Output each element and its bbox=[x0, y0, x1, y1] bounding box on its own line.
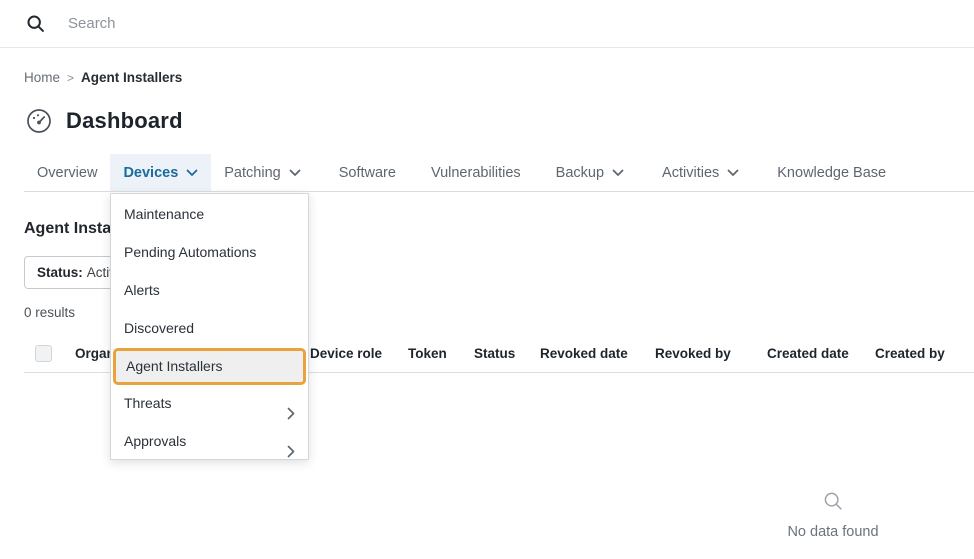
chevron-right-icon bbox=[287, 435, 295, 472]
column-revoked-by[interactable]: Revoked by bbox=[655, 346, 731, 361]
tab-knowledge-base[interactable]: Knowledge Base bbox=[764, 154, 899, 191]
menu-item-label: Pending Automations bbox=[124, 244, 256, 260]
search-icon[interactable] bbox=[25, 13, 46, 34]
menu-item-label: Agent Installers bbox=[126, 358, 223, 374]
chevron-down-icon bbox=[727, 169, 739, 177]
tab-label: Software bbox=[339, 165, 396, 181]
tab-software[interactable]: Software bbox=[326, 154, 409, 191]
menu-item-label: Approvals bbox=[124, 433, 186, 449]
tab-backup[interactable]: Backup bbox=[543, 154, 637, 191]
tab-vulnerabilities[interactable]: Vulnerabilities bbox=[418, 154, 534, 191]
menu-item-discovered[interactable]: Discovered bbox=[111, 310, 308, 348]
tab-overview[interactable]: Overview bbox=[24, 154, 110, 191]
app-screen: Search Home > Agent Installers Dashboard… bbox=[0, 0, 974, 559]
menu-item-label: Alerts bbox=[124, 282, 160, 298]
tab-label: Devices bbox=[123, 165, 178, 181]
breadcrumb-home-link[interactable]: Home bbox=[24, 70, 60, 85]
tab-label: Patching bbox=[224, 165, 280, 181]
tab-label: Vulnerabilities bbox=[431, 165, 521, 181]
tab-label: Backup bbox=[556, 165, 604, 181]
menu-item-alerts[interactable]: Alerts bbox=[111, 272, 308, 310]
tab-patching[interactable]: Patching bbox=[211, 154, 313, 191]
menu-item-threats[interactable]: Threats bbox=[111, 385, 308, 423]
column-created-date[interactable]: Created date bbox=[767, 346, 849, 361]
tabs-divider bbox=[24, 191, 974, 192]
top-search-bar: Search bbox=[0, 0, 974, 48]
tab-label: Overview bbox=[37, 165, 97, 181]
chevron-down-icon bbox=[186, 169, 198, 177]
select-all-checkbox[interactable] bbox=[35, 345, 52, 362]
dashboard-gauge-icon bbox=[26, 108, 52, 134]
empty-state-message: No data found bbox=[787, 524, 878, 540]
page-title: Dashboard bbox=[66, 108, 183, 134]
tab-label: Knowledge Base bbox=[777, 165, 886, 181]
menu-item-agent-installers[interactable]: Agent Installers bbox=[113, 348, 306, 385]
column-created-by[interactable]: Created by bbox=[875, 346, 945, 361]
column-token[interactable]: Token bbox=[408, 346, 447, 361]
menu-item-label: Discovered bbox=[124, 320, 194, 336]
breadcrumb-current: Agent Installers bbox=[81, 70, 182, 85]
chevron-down-icon bbox=[612, 169, 624, 177]
devices-dropdown-menu: Maintenance Pending Automations Alerts D… bbox=[110, 193, 309, 460]
column-device-role[interactable]: Device role bbox=[310, 346, 382, 361]
menu-item-approvals[interactable]: Approvals bbox=[111, 423, 308, 461]
filter-label: Status: bbox=[37, 265, 83, 280]
tab-devices[interactable]: Devices bbox=[110, 154, 211, 191]
breadcrumb-separator: > bbox=[67, 71, 74, 85]
tab-label: Activities bbox=[662, 165, 719, 181]
menu-item-label: Threats bbox=[124, 395, 171, 411]
empty-state: No data found bbox=[743, 490, 923, 540]
chevron-down-icon bbox=[289, 169, 301, 177]
page-title-row: Dashboard bbox=[26, 108, 183, 134]
search-input[interactable]: Search bbox=[68, 15, 116, 32]
column-revoked-date[interactable]: Revoked date bbox=[540, 346, 628, 361]
menu-item-label: Maintenance bbox=[124, 206, 204, 222]
results-count: 0 results bbox=[24, 305, 75, 320]
menu-item-maintenance[interactable]: Maintenance bbox=[111, 196, 308, 234]
menu-item-pending-automations[interactable]: Pending Automations bbox=[111, 234, 308, 272]
tab-bar: Overview Devices Patching Software Vulne… bbox=[24, 154, 974, 191]
tab-activities[interactable]: Activities bbox=[649, 154, 752, 191]
breadcrumb: Home > Agent Installers bbox=[24, 70, 182, 85]
column-status[interactable]: Status bbox=[474, 346, 515, 361]
no-data-search-icon bbox=[822, 490, 844, 517]
